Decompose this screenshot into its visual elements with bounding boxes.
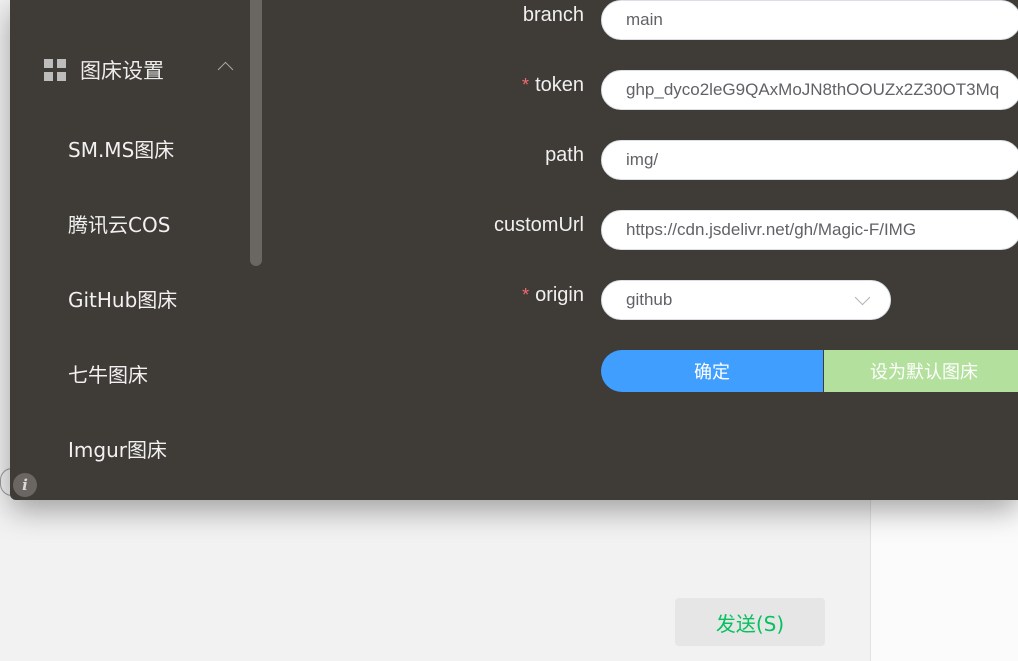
sidebar-item-qiniu[interactable]: 七牛图床: [68, 360, 148, 390]
path-input[interactable]: img/: [601, 140, 1018, 180]
origin-select[interactable]: github: [601, 280, 891, 320]
sidebar-item-imgur[interactable]: Imgur图床: [68, 435, 167, 465]
token-label: * token: [522, 74, 584, 96]
confirm-button[interactable]: 确定: [601, 350, 823, 392]
token-input[interactable]: ghp_dyco2leG9QAxMoJN8thOOUZx2Z30OT3Mq: [601, 70, 1018, 110]
path-label: path: [545, 144, 584, 166]
info-icon[interactable]: i: [13, 473, 37, 497]
customurl-input[interactable]: https://cdn.jsdelivr.net/gh/Magic-F/IMG: [601, 210, 1018, 250]
set-default-picbed-button[interactable]: 设为默认图床: [824, 350, 1018, 392]
origin-select-value: github: [626, 290, 673, 309]
picgo-window: 图床设置 SM.MS图床 腾讯云COS GitHub图床 七牛图床 Imgur图…: [10, 0, 1018, 500]
origin-label: * origin: [522, 284, 584, 306]
required-mark: *: [522, 75, 530, 95]
required-mark: *: [522, 285, 530, 305]
customurl-label: customUrl: [493, 214, 584, 236]
branch-label: branch: [522, 4, 584, 26]
branch-input[interactable]: main: [601, 0, 1018, 40]
chevron-down-icon: [854, 289, 871, 306]
send-button[interactable]: 发送(S): [675, 598, 825, 646]
